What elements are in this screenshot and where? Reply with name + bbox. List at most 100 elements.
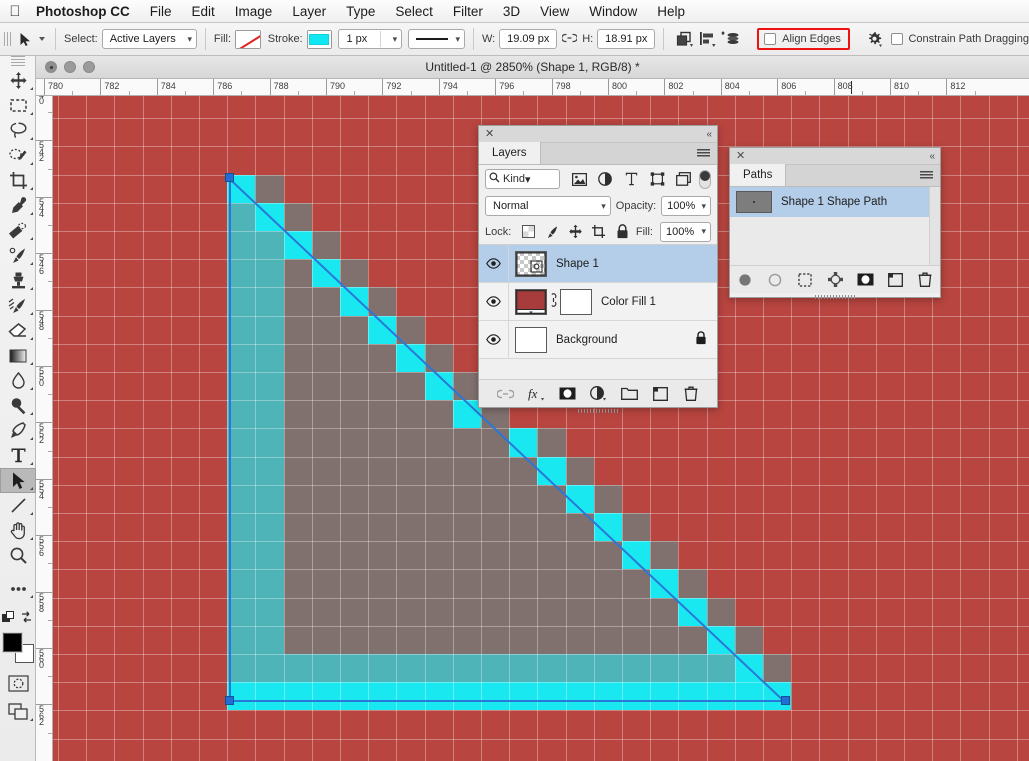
menu-item-select[interactable]: Select: [385, 0, 443, 23]
toolbox-grip[interactable]: [0, 56, 35, 68]
menu-item-edit[interactable]: Edit: [182, 0, 225, 23]
new-layer-icon[interactable]: [651, 385, 669, 403]
paths-scrollbar[interactable]: [929, 187, 940, 265]
constrain-path-dragging-row[interactable]: Constrain Path Dragging: [891, 33, 1029, 45]
menu-item-filter[interactable]: Filter: [443, 0, 493, 23]
stroke-style-dropdown[interactable]: ▾: [407, 29, 466, 49]
paths-panel-titlebar[interactable]: ✕ «: [730, 148, 940, 165]
pen-tool[interactable]: [0, 418, 36, 443]
tool-preset-caret-icon[interactable]: [39, 37, 46, 41]
layer-mask-link-icon[interactable]: [549, 292, 558, 311]
new-group-icon[interactable]: [620, 385, 638, 403]
lasso-tool[interactable]: [0, 118, 36, 143]
type-tool[interactable]: [0, 443, 36, 468]
rectangular-marquee-tool[interactable]: [0, 93, 36, 118]
tab-paths[interactable]: Paths: [730, 164, 787, 186]
layer-filter-kind-dropdown[interactable]: Kind ▾: [485, 169, 560, 189]
spot-healing-brush-tool[interactable]: [0, 218, 36, 243]
edit-toolbar-tool[interactable]: [0, 576, 36, 601]
table-row[interactable]: Shape 1: [479, 245, 717, 283]
lock-all-icon[interactable]: [612, 221, 632, 243]
lock-position-icon[interactable]: [565, 221, 585, 243]
brush-tool[interactable]: [0, 243, 36, 268]
quick-selection-tool[interactable]: [0, 143, 36, 168]
move-tool[interactable]: [0, 68, 36, 93]
menu-app-name[interactable]: Photoshop CC: [30, 0, 140, 23]
menu-item-help[interactable]: Help: [647, 0, 695, 23]
maximize-window-button[interactable]: [83, 61, 95, 73]
opacity-input[interactable]: 100% ▾: [661, 196, 711, 216]
add-layer-mask-icon[interactable]: [558, 385, 576, 403]
filter-toggle-switch[interactable]: [699, 169, 711, 189]
link-layers-icon[interactable]: [496, 385, 514, 403]
select-layers-dropdown[interactable]: Active Layers ▾: [101, 29, 197, 49]
adjustment-filter-icon[interactable]: [592, 168, 618, 190]
quick-mask-icon[interactable]: [0, 671, 36, 696]
layer-style-fx-icon[interactable]: fx: [527, 385, 545, 403]
eraser-tool[interactable]: [0, 318, 36, 343]
fill-path-icon[interactable]: [736, 271, 754, 289]
close-icon[interactable]: ✕: [736, 150, 745, 162]
new-adjustment-layer-icon[interactable]: [589, 385, 607, 403]
height-input[interactable]: 18.91 px: [597, 29, 656, 49]
close-window-button[interactable]: [45, 61, 57, 73]
layers-panel-titlebar[interactable]: ✕ «: [479, 126, 717, 143]
stroke-swatch-button[interactable]: [306, 29, 333, 49]
table-row[interactable]: Color Fill 1: [479, 283, 717, 321]
layer-visibility-toggle[interactable]: [479, 245, 509, 282]
width-input[interactable]: 19.09 px: [499, 29, 558, 49]
document-title-bar[interactable]: Untitled-1 @ 2850% (Shape 1, RGB/8) *: [36, 56, 1029, 79]
clone-stamp-tool[interactable]: [0, 268, 36, 293]
layer-mask-thumbnail[interactable]: [560, 288, 592, 315]
blend-mode-dropdown[interactable]: Normal ▾: [485, 196, 611, 216]
window-controls[interactable]: [36, 61, 95, 73]
swap-colors-icon[interactable]: [20, 611, 33, 627]
line-tool[interactable]: [0, 493, 36, 518]
close-icon[interactable]: ✕: [485, 128, 494, 140]
path-arrangement-button[interactable]: [719, 27, 743, 51]
path-anchor-point[interactable]: [225, 696, 235, 706]
tab-layers[interactable]: Layers: [479, 142, 541, 164]
lock-image-pixels-icon[interactable]: [542, 221, 562, 243]
shape-filter-icon[interactable]: [644, 168, 670, 190]
foreground-background-colors[interactable]: [0, 631, 36, 667]
panel-menu-icon[interactable]: [697, 149, 710, 158]
options-bar-grip[interactable]: [4, 28, 13, 50]
screen-mode-icon[interactable]: [0, 699, 36, 724]
stroke-width-dropdown[interactable]: 1 px ▾: [338, 29, 403, 49]
new-path-icon[interactable]: [886, 271, 904, 289]
gradient-tool[interactable]: [0, 343, 36, 368]
history-brush-tool[interactable]: [0, 293, 36, 318]
path-alignment-button[interactable]: [696, 27, 720, 51]
path-thumbnail[interactable]: [736, 191, 772, 213]
collapse-icon[interactable]: «: [706, 129, 711, 140]
fill-input[interactable]: 100% ▾: [659, 221, 711, 242]
constrain-path-dragging-checkbox[interactable]: [891, 33, 904, 45]
menu-item-file[interactable]: File: [140, 0, 182, 23]
load-selection-icon[interactable]: [796, 271, 814, 289]
menu-item-3d[interactable]: 3D: [493, 0, 530, 23]
path-selection-tool[interactable]: [0, 468, 36, 493]
crop-tool[interactable]: [0, 168, 36, 193]
default-colors-icon[interactable]: [2, 611, 15, 627]
list-item[interactable]: Shape 1 Shape Path: [730, 187, 940, 217]
delete-path-icon[interactable]: [916, 271, 934, 289]
menu-item-view[interactable]: View: [530, 0, 579, 23]
layers-panel-resize-grip[interactable]: [479, 407, 717, 414]
path-operations-button[interactable]: [672, 27, 696, 51]
layer-thumbnail[interactable]: [515, 250, 547, 277]
menu-item-type[interactable]: Type: [336, 0, 385, 23]
foreground-color-swatch[interactable]: [3, 633, 22, 652]
pixel-filter-icon[interactable]: [566, 168, 592, 190]
hand-tool[interactable]: [0, 518, 36, 543]
eyedropper-tool[interactable]: [0, 193, 36, 218]
menu-item-image[interactable]: Image: [225, 0, 283, 23]
path-anchor-point[interactable]: [781, 696, 791, 706]
blur-tool[interactable]: [0, 368, 36, 393]
stroke-path-icon[interactable]: [766, 271, 784, 289]
lock-transparent-pixels-icon[interactable]: [518, 221, 538, 243]
smartobject-filter-icon[interactable]: [670, 168, 696, 190]
dodge-tool[interactable]: [0, 393, 36, 418]
table-row[interactable]: Background: [479, 321, 717, 359]
horizontal-ruler[interactable]: 780 782 784 786 788 790 792 794 796 798 800 802 804 8…: [36, 79, 1029, 96]
